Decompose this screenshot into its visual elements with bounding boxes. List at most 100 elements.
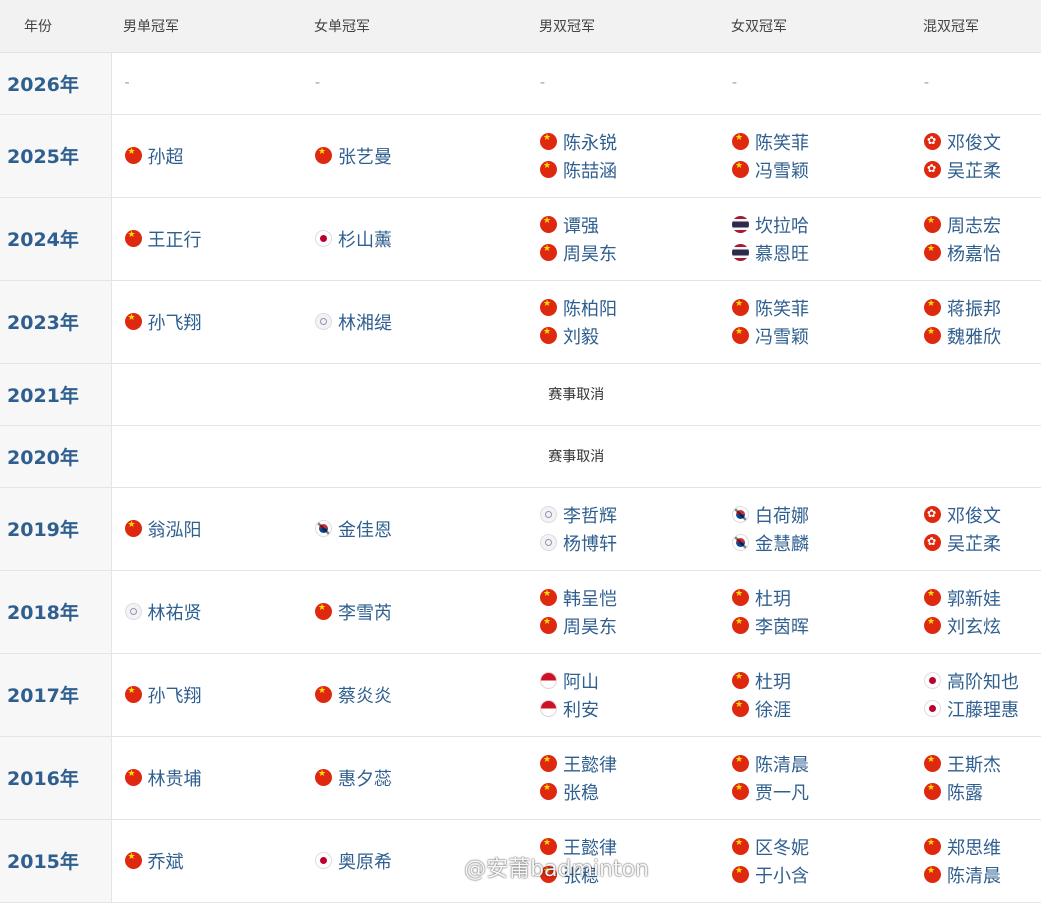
player-name-link[interactable]: 谭强 xyxy=(563,212,599,238)
player-name-link[interactable]: 林贵埔 xyxy=(148,765,202,791)
year-cell[interactable]: 2021年 xyxy=(0,363,112,425)
player-entry[interactable]: 冯雪颖 xyxy=(732,322,911,350)
player-entry[interactable]: 张艺曼 xyxy=(315,142,527,170)
player-entry[interactable]: 利安 xyxy=(540,695,719,723)
player-name-link[interactable]: 魏雅欣 xyxy=(947,323,1001,349)
player-name-link[interactable]: 陈清晨 xyxy=(947,862,1001,888)
player-name-link[interactable]: 江藤理惠 xyxy=(947,696,1019,722)
player-name-link[interactable]: 翁泓阳 xyxy=(148,516,202,542)
year-cell[interactable]: 2015年 xyxy=(0,819,112,902)
player-entry[interactable]: 贾一凡 xyxy=(732,778,911,806)
player-name-link[interactable]: 孙超 xyxy=(148,143,184,169)
player-entry[interactable]: 陈笑菲 xyxy=(732,128,911,156)
player-entry[interactable]: 奥原希 xyxy=(315,847,527,875)
player-name-link[interactable]: 周昊东 xyxy=(563,613,617,639)
player-name-link[interactable]: 杨博轩 xyxy=(563,530,617,556)
player-name-link[interactable]: 刘毅 xyxy=(563,323,599,349)
player-entry[interactable]: 林湘缇 xyxy=(315,308,527,336)
player-name-link[interactable]: 蔡炎炎 xyxy=(338,682,392,708)
player-entry[interactable]: 金慧麟 xyxy=(732,529,911,557)
player-entry[interactable]: 郭新娃 xyxy=(924,584,1041,612)
player-name-link[interactable]: 孙飞翔 xyxy=(148,682,202,708)
player-entry[interactable]: 邓俊文 xyxy=(924,501,1041,529)
player-name-link[interactable]: 刘玄炫 xyxy=(947,613,1001,639)
player-entry[interactable]: 杉山薰 xyxy=(315,225,527,253)
player-name-link[interactable]: 贾一凡 xyxy=(755,779,809,805)
player-name-link[interactable]: 陈柏阳 xyxy=(563,295,617,321)
player-entry[interactable]: 金佳恩 xyxy=(315,515,527,543)
year-cell[interactable]: 2019年 xyxy=(0,487,112,570)
player-name-link[interactable]: 吴芷柔 xyxy=(947,157,1001,183)
player-name-link[interactable]: 奥原希 xyxy=(338,848,392,874)
player-name-link[interactable]: 冯雪颖 xyxy=(755,157,809,183)
player-name-link[interactable]: 林祐贤 xyxy=(148,599,202,625)
player-name-link[interactable]: 陈笑菲 xyxy=(755,295,809,321)
player-entry[interactable]: 高阶知也 xyxy=(924,667,1041,695)
player-name-link[interactable]: 坎拉哈 xyxy=(755,212,809,238)
player-name-link[interactable]: 慕恩旺 xyxy=(755,240,809,266)
player-entry[interactable]: 李雪芮 xyxy=(315,598,527,626)
player-name-link[interactable]: 杜玥 xyxy=(755,668,791,694)
player-entry[interactable]: 蒋振邦 xyxy=(924,294,1041,322)
year-cell[interactable]: 2016年 xyxy=(0,736,112,819)
player-name-link[interactable]: 金佳恩 xyxy=(338,516,392,542)
player-entry[interactable]: 陈清晨 xyxy=(732,750,911,778)
player-name-link[interactable]: 王正行 xyxy=(148,226,202,252)
player-name-link[interactable]: 于小含 xyxy=(755,862,809,888)
player-entry[interactable]: 冯雪颖 xyxy=(732,156,911,184)
player-entry[interactable]: 邓俊文 xyxy=(924,128,1041,156)
player-entry[interactable]: 李哲辉 xyxy=(540,501,719,529)
player-name-link[interactable]: 杨嘉怡 xyxy=(947,240,1001,266)
player-name-link[interactable]: 高阶知也 xyxy=(947,668,1019,694)
player-entry[interactable]: 魏雅欣 xyxy=(924,322,1041,350)
player-name-link[interactable]: 金慧麟 xyxy=(755,530,809,556)
player-name-link[interactable]: 陈喆涵 xyxy=(563,157,617,183)
player-entry[interactable]: 林祐贤 xyxy=(124,598,303,626)
player-name-link[interactable]: 王斯杰 xyxy=(947,751,1001,777)
player-name-link[interactable]: 张稳 xyxy=(563,779,599,805)
player-entry[interactable]: 王斯杰 xyxy=(924,750,1041,778)
player-name-link[interactable]: 李茵晖 xyxy=(755,613,809,639)
player-entry[interactable]: 杜玥 xyxy=(732,667,911,695)
player-name-link[interactable]: 王懿律 xyxy=(563,751,617,777)
player-entry[interactable]: 吴芷柔 xyxy=(924,156,1041,184)
player-name-link[interactable]: 周昊东 xyxy=(563,240,617,266)
player-name-link[interactable]: 杜玥 xyxy=(755,585,791,611)
player-name-link[interactable]: 陈露 xyxy=(947,779,983,805)
player-name-link[interactable]: 周志宏 xyxy=(947,212,1001,238)
player-entry[interactable]: 阿山 xyxy=(540,667,719,695)
player-name-link[interactable]: 陈清晨 xyxy=(755,751,809,777)
player-entry[interactable]: 于小含 xyxy=(732,861,911,889)
player-name-link[interactable]: 冯雪颖 xyxy=(755,323,809,349)
player-name-link[interactable]: 杉山薰 xyxy=(338,226,392,252)
player-entry[interactable]: 陈清晨 xyxy=(924,861,1041,889)
player-entry[interactable]: 江藤理惠 xyxy=(924,695,1041,723)
player-entry[interactable]: 乔斌 xyxy=(124,847,303,875)
player-name-link[interactable]: 徐涯 xyxy=(755,696,791,722)
player-entry[interactable]: 区冬妮 xyxy=(732,833,911,861)
player-entry[interactable]: 白荷娜 xyxy=(732,501,911,529)
player-name-link[interactable]: 邓俊文 xyxy=(947,502,1001,528)
player-entry[interactable]: 孙飞翔 xyxy=(124,681,303,709)
player-name-link[interactable]: 区冬妮 xyxy=(755,834,809,860)
year-cell[interactable]: 2026年 xyxy=(0,52,112,114)
player-entry[interactable]: 林贵埔 xyxy=(124,764,303,792)
player-entry[interactable]: 张稳 xyxy=(540,778,719,806)
year-cell[interactable]: 2018年 xyxy=(0,570,112,653)
player-entry[interactable]: 陈柏阳 xyxy=(540,294,719,322)
player-entry[interactable]: 陈露 xyxy=(924,778,1041,806)
year-cell[interactable]: 2020年 xyxy=(0,425,112,487)
player-entry[interactable]: 孙超 xyxy=(124,142,303,170)
player-name-link[interactable]: 韩呈恺 xyxy=(563,585,617,611)
player-entry[interactable]: 杨嘉怡 xyxy=(924,239,1041,267)
player-entry[interactable]: 刘毅 xyxy=(540,322,719,350)
player-entry[interactable]: 孙飞翔 xyxy=(124,308,303,336)
player-name-link[interactable]: 李哲辉 xyxy=(563,502,617,528)
player-entry[interactable]: 杜玥 xyxy=(732,584,911,612)
player-entry[interactable]: 谭强 xyxy=(540,211,719,239)
player-entry[interactable]: 陈笑菲 xyxy=(732,294,911,322)
year-cell[interactable]: 2025年 xyxy=(0,114,112,197)
player-entry[interactable]: 李茵晖 xyxy=(732,612,911,640)
player-name-link[interactable]: 郑思维 xyxy=(947,834,1001,860)
player-entry[interactable]: 王懿律 xyxy=(540,833,719,861)
